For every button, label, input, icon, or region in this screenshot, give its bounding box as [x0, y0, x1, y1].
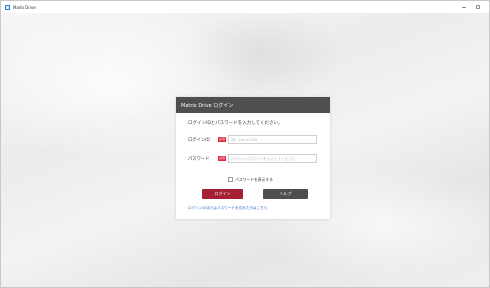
login-id-field[interactable]: [228, 135, 317, 144]
dialog-header: Matrix Drive ログイン: [176, 97, 330, 113]
title-bar[interactable]: Mado Drive: [1, 1, 489, 13]
login-id-required-badge: 必須: [218, 137, 226, 142]
window-controls: [457, 1, 485, 13]
restore-icon: [476, 5, 480, 9]
minimize-button[interactable]: [457, 2, 471, 12]
password-field[interactable]: [228, 154, 317, 163]
login-button[interactable]: ログイン: [202, 189, 243, 199]
help-button[interactable]: ヘルプ: [263, 189, 308, 199]
login-id-label: ログインID: [188, 138, 210, 143]
minimize-icon: [462, 6, 466, 8]
show-password-label[interactable]: パスワードを表示する: [235, 177, 273, 183]
password-label: パスワード: [188, 157, 210, 162]
app-icon: [5, 4, 10, 10]
app-window: Mado Drive Matrix Drive ログイン ログインIDとパスワー…: [0, 0, 490, 288]
show-password-checkbox[interactable]: [228, 177, 233, 182]
login-dialog: Matrix Drive ログイン ログインIDとパスワードを入力してください。…: [176, 97, 330, 219]
background-area: Matrix Drive ログイン ログインIDとパスワードを入力してください。…: [1, 13, 489, 287]
window-title: Mado Drive: [13, 4, 36, 10]
login-prompt: ログインIDとパスワードを入力してください。: [188, 121, 283, 126]
restore-button[interactable]: [471, 2, 485, 12]
forgot-credentials-link[interactable]: ログインIDまたはパスワードを忘れた方はこちら: [188, 206, 267, 211]
password-required-badge: 必須: [218, 156, 226, 161]
